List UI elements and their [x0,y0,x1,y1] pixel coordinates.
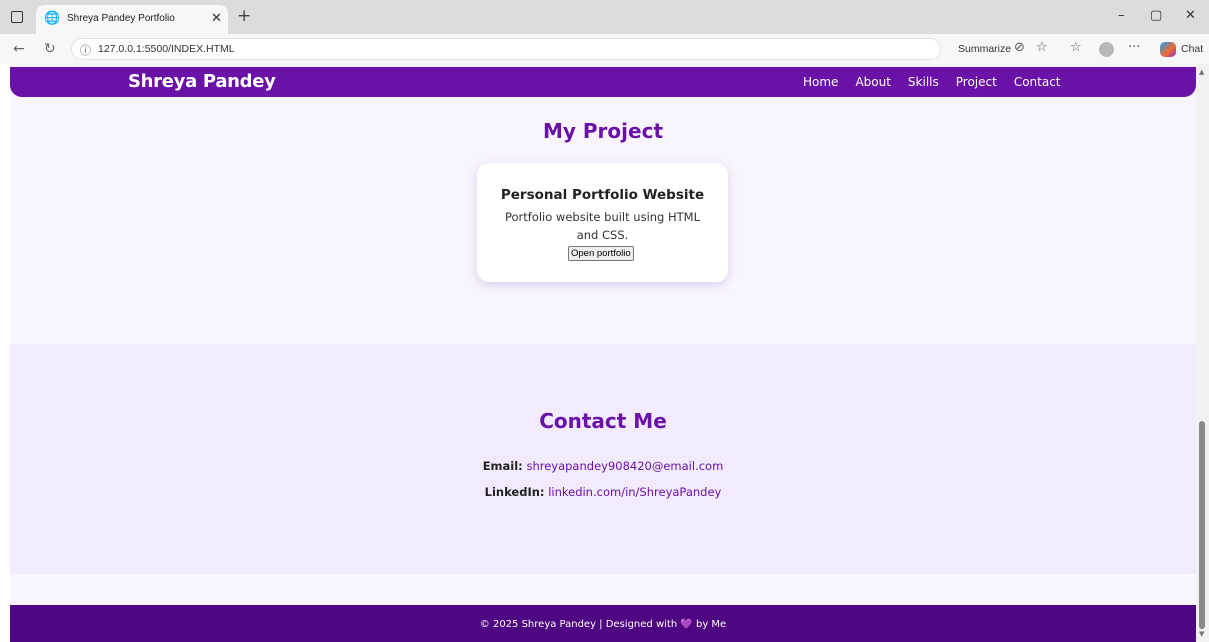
copilot-label: Chat [1181,43,1204,55]
nav-link-project[interactable]: Project [956,75,997,89]
footer-copyright: © 2025 Shreya Pandey | Designed with [479,619,678,630]
footer-by: by Me [695,619,727,630]
sidebar-toggle-icon[interactable] [11,11,23,23]
nav-link-contact[interactable]: Contact [1014,75,1061,89]
nav-link-about[interactable]: About [855,75,890,89]
close-icon[interactable]: ✕ [211,11,222,26]
refresh-icon[interactable]: ↻ [44,41,56,57]
window-close-icon[interactable]: ✕ [1185,8,1196,23]
address-toolbar: ← ↻ ⓘ 127.0.0.1:5500/INDEX.HTML Summariz… [0,34,1209,64]
page-scrollbar[interactable]: ▲ ▼ [1196,64,1209,642]
copilot-button[interactable]: Chat [1157,40,1209,59]
site-navbar: Shreya Pandey Home About Skills Project … [10,67,1196,97]
globe-icon: 🌐 [44,11,61,26]
project-card-title: Personal Portfolio Website [500,187,705,203]
linkedin-link[interactable]: linkedin.com/in/ShreyaPandey [548,485,721,499]
more-icon[interactable]: ··· [1128,40,1140,55]
copilot-icon [1160,42,1176,57]
url-bar[interactable]: ⓘ 127.0.0.1:5500/INDEX.HTML [71,38,941,60]
email-label: Email: [482,459,523,473]
contact-section-title: Contact Me [539,409,667,433]
footer-text: © 2025 Shreya Pandey | Designed with 💜 b… [480,619,726,630]
nav-links: Home About Skills Project Contact [803,75,1078,89]
linkedin-line: LinkedIn: linkedin.com/in/ShreyaPandey [10,485,1196,499]
nav-link-home[interactable]: Home [803,75,838,89]
project-card-description: Portfolio website built using HTML and C… [504,210,701,242]
plus-icon[interactable]: + [237,6,251,26]
translate-icon[interactable]: ⊘ [1014,40,1025,55]
favorites-icon[interactable]: ☆ [1070,40,1082,55]
back-icon[interactable]: ← [13,41,25,57]
project-section-title: My Project [543,119,663,143]
contact-section: Contact Me Email: shreyapandey908420@ema… [10,344,1196,574]
url-text[interactable]: 127.0.0.1:5500/INDEX.HTML [98,43,235,55]
linkedin-label: LinkedIn: [484,485,545,499]
scroll-thumb[interactable] [1199,421,1205,629]
browser-tabbar: 🌐 Shreya Pandey Portfolio ✕ + – ▢ ✕ [0,0,1209,34]
open-portfolio-button[interactable]: Open portfolio [568,246,634,261]
nav-link-skills[interactable]: Skills [908,75,939,89]
heart-icon: 💜 [680,619,693,630]
star-icon[interactable]: ☆ [1036,40,1048,55]
tab-title: Shreya Pandey Portfolio [67,13,175,24]
summarize-button[interactable]: Summarize [958,43,1011,55]
brand-logo[interactable]: Shreya Pandey [128,71,276,92]
scroll-up-icon[interactable]: ▲ [1199,68,1204,76]
minimize-icon[interactable]: – [1118,8,1125,23]
info-icon[interactable]: ⓘ [80,42,91,58]
site-footer: © 2025 Shreya Pandey | Designed with 💜 b… [10,605,1196,642]
browser-tab[interactable]: 🌐 Shreya Pandey Portfolio ✕ [36,5,228,34]
scroll-down-icon[interactable]: ▼ [1199,630,1204,638]
page-viewport: Shreya Pandey Home About Skills Project … [0,64,1209,642]
profile-icon[interactable] [1099,42,1114,57]
restore-icon[interactable]: ▢ [1150,8,1162,23]
project-card: Personal Portfolio Website Portfolio web… [477,163,728,282]
page-content: Shreya Pandey Home About Skills Project … [10,64,1196,642]
email-line: Email: shreyapandey908420@email.com [10,459,1196,473]
email-link[interactable]: shreyapandey908420@email.com [526,459,723,473]
